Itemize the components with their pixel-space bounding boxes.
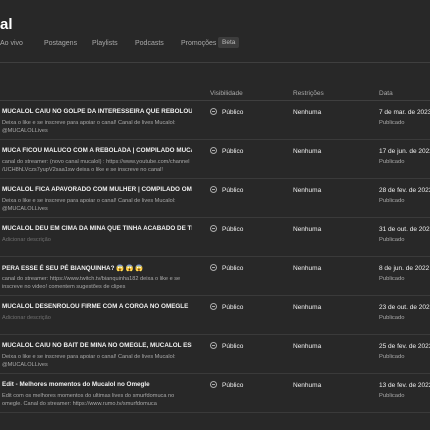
- tab-postagens[interactable]: Postagens: [44, 40, 77, 47]
- video-title[interactable]: MUCALOL CAIU NO GOLPE DA INTERESSEIRA QU…: [2, 108, 192, 115]
- publish-status: Publicado: [379, 237, 405, 243]
- publish-status: Publicado: [379, 276, 405, 282]
- globe-icon: [210, 303, 217, 310]
- publish-status: Publicado: [379, 120, 405, 126]
- restrictions-value: Nenhuma: [293, 265, 322, 272]
- column-header-date[interactable]: Data: [379, 90, 393, 97]
- visibility-value[interactable]: Público: [222, 382, 243, 389]
- date-value: 7 de mar. de 2023: [379, 109, 430, 116]
- restrictions-value: Nenhuma: [293, 343, 322, 350]
- visibility-value[interactable]: Público: [222, 343, 243, 350]
- video-description: Edit com os melhores momentos do ultimas…: [2, 393, 175, 408]
- video-description: Deixa o like e se inscreve para apoiar o…: [2, 198, 176, 213]
- tab-playlists[interactable]: Playlists: [92, 40, 118, 47]
- video-description: Deixa o like e se inscreve para apoiar o…: [2, 354, 176, 369]
- table-row[interactable]: Edit - Melhores momentos do Mucalol no O…: [0, 374, 430, 413]
- date-value: 31 de out. de 2023: [379, 226, 430, 233]
- tab-podcasts[interactable]: Podcasts: [135, 40, 164, 47]
- video-description: canal do streamer: (novo canal mucalol) …: [2, 159, 190, 174]
- restrictions-value: Nenhuma: [293, 187, 322, 194]
- publish-status: Publicado: [379, 315, 405, 321]
- globe-icon: [210, 108, 217, 115]
- tabs-divider: [0, 62, 430, 63]
- globe-icon: [210, 381, 217, 388]
- table-row[interactable]: MUCALOL DEU EM CIMA DA MINA QUE TINHA AC…: [0, 218, 430, 257]
- table-row[interactable]: MUCALOL FICA APAVORADO COM MULHER | COMP…: [0, 179, 430, 218]
- column-header-visibility[interactable]: Visibilidade: [210, 90, 243, 97]
- date-value: 8 de jun. de 2022: [379, 265, 430, 272]
- publish-status: Publicado: [379, 393, 405, 399]
- visibility-value[interactable]: Público: [222, 265, 243, 272]
- video-title[interactable]: MUCA FICOU MALUCO COM A REBOLADA | COMPI…: [2, 147, 192, 154]
- video-title[interactable]: PERA ESSE É SEU PÉ BIANQUINHA? 😱 😱 😱: [2, 264, 192, 272]
- channel-tabs: Ao vivo Postagens Playlists Podcasts Pro…: [0, 37, 430, 62]
- page-title: al: [0, 16, 13, 33]
- video-title[interactable]: MUCALOL FICA APAVORADO COM MULHER | COMP…: [2, 186, 192, 193]
- restrictions-value: Nenhuma: [293, 304, 322, 311]
- table-row[interactable]: MUCALOL DESENROLOU FIRME COM A COROA NO …: [0, 296, 430, 335]
- beta-badge: Beta: [218, 37, 240, 48]
- date-value: 13 de fev. de 2022: [379, 382, 430, 389]
- publish-status: Publicado: [379, 354, 405, 360]
- restrictions-value: Nenhuma: [293, 226, 322, 233]
- table-row[interactable]: MUCALOL CAIU NO GOLPE DA INTERESSEIRA QU…: [0, 101, 430, 140]
- publish-status: Publicado: [379, 198, 405, 204]
- globe-icon: [210, 264, 217, 271]
- visibility-value[interactable]: Público: [222, 187, 243, 194]
- visibility-value[interactable]: Público: [222, 226, 243, 233]
- table-row[interactable]: MUCA FICOU MALUCO COM A REBOLADA | COMPI…: [0, 140, 430, 179]
- table-row[interactable]: MUCALOL CAIU NO BAIT DE MINA NO OMEGLE, …: [0, 335, 430, 374]
- restrictions-value: Nenhuma: [293, 148, 322, 155]
- video-title[interactable]: MUCALOL CAIU NO BAIT DE MINA NO OMEGLE, …: [2, 342, 192, 349]
- video-title[interactable]: MUCALOL DEU EM CIMA DA MINA QUE TINHA AC…: [2, 225, 192, 232]
- globe-icon: [210, 147, 217, 154]
- date-value: 28 de fev. de 2023: [379, 187, 430, 194]
- date-value: 25 de fev. de 2023: [379, 343, 430, 350]
- date-value: 23 de out. de 2023: [379, 304, 430, 311]
- date-value: 17 de jun. de 2022: [379, 148, 430, 155]
- video-description: Deixa o like e se inscreve para apoiar o…: [2, 120, 176, 135]
- restrictions-value: Nenhuma: [293, 382, 322, 389]
- globe-icon: [210, 225, 217, 232]
- video-description: Adicionar descrição: [2, 315, 51, 321]
- video-title[interactable]: Edit - Melhores momentos do Mucalol no O…: [2, 381, 192, 388]
- globe-icon: [210, 186, 217, 193]
- column-header-restrictions[interactable]: Restrições: [293, 90, 324, 97]
- video-title[interactable]: MUCALOL DESENROLOU FIRME COM A COROA NO …: [2, 303, 192, 310]
- globe-icon: [210, 342, 217, 349]
- visibility-value[interactable]: Público: [222, 148, 243, 155]
- video-description: Adicionar descrição: [2, 237, 51, 243]
- tab-promocoes[interactable]: Promoções: [181, 40, 216, 47]
- publish-status: Publicado: [379, 159, 405, 165]
- table-row[interactable]: PERA ESSE É SEU PÉ BIANQUINHA? 😱 😱 😱 cana…: [0, 257, 430, 296]
- visibility-value[interactable]: Público: [222, 109, 243, 116]
- visibility-value[interactable]: Público: [222, 304, 243, 311]
- tab-ao-vivo[interactable]: Ao vivo: [0, 40, 23, 47]
- restrictions-value: Nenhuma: [293, 109, 322, 116]
- video-description: canal do streamer: https://www.twitch.tv…: [2, 276, 181, 291]
